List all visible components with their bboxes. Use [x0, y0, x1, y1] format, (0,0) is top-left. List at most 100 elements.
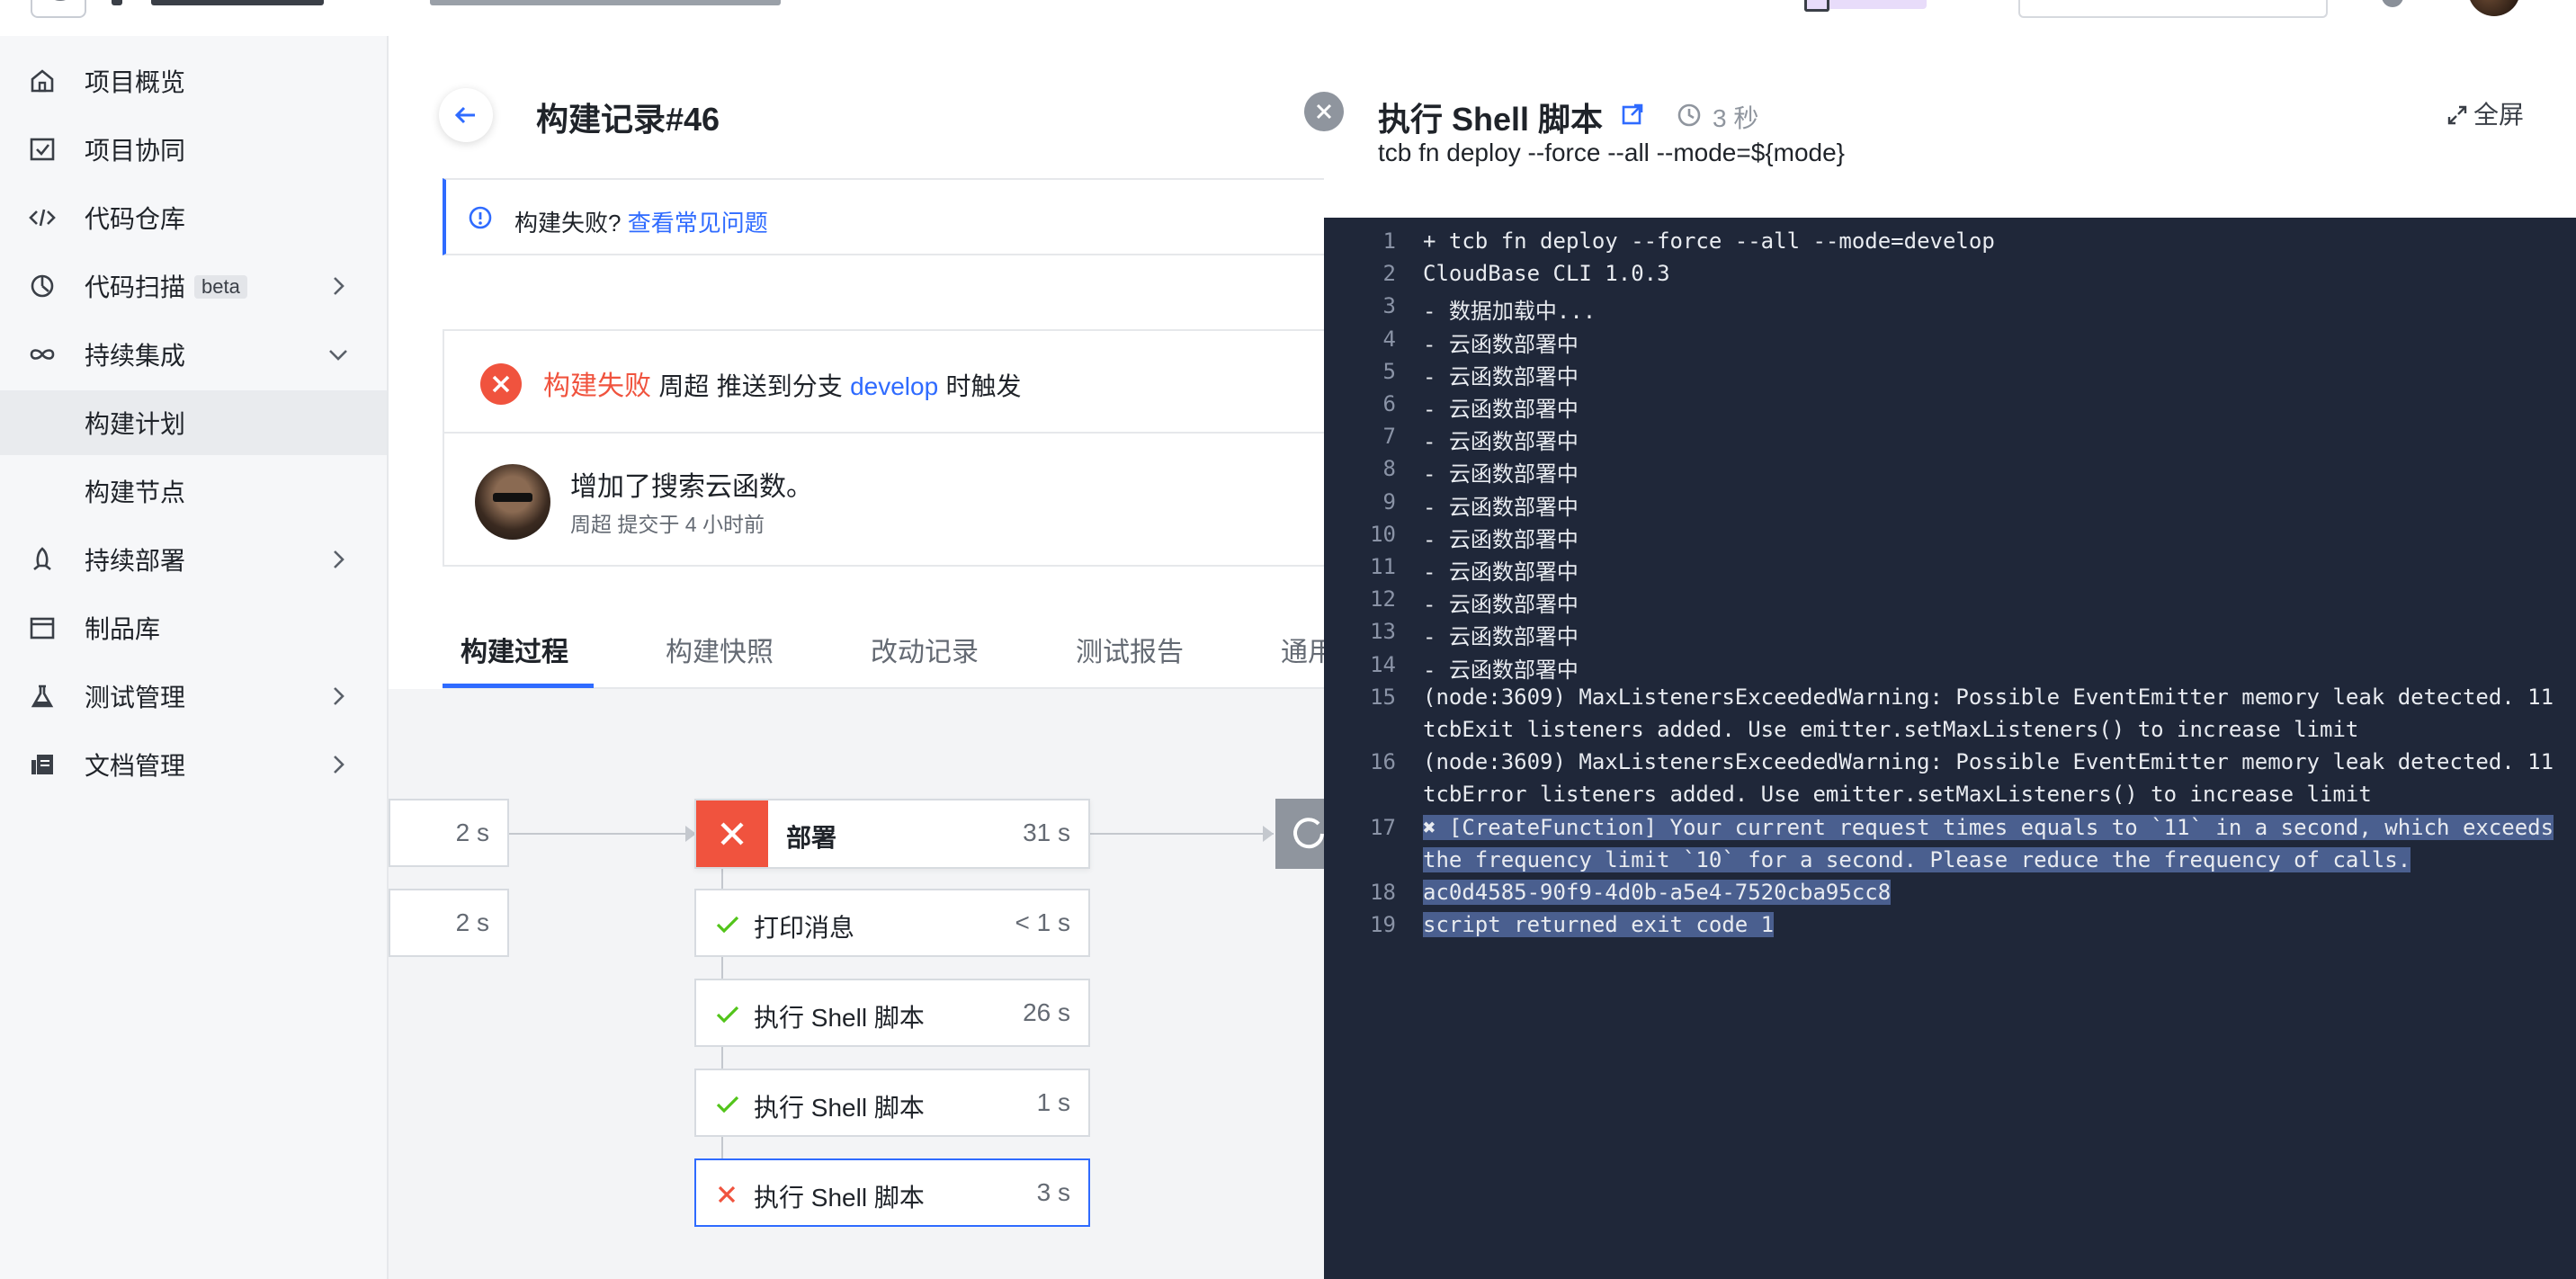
step-shell-3[interactable]: 执行 Shell 脚本 3 s	[694, 1158, 1090, 1227]
line-text: - 云函数部署中	[1423, 657, 1579, 683]
line-number: 16	[1370, 749, 1396, 775]
branch-link[interactable]: develop	[850, 372, 938, 400]
close-icon	[720, 822, 744, 845]
close-panel-button[interactable]	[1304, 92, 1344, 131]
step-print-message[interactable]: 打印消息 < 1 s	[694, 889, 1090, 957]
expand-icon	[2447, 105, 2467, 125]
failed-stage-marker	[696, 800, 768, 867]
sidebar-item-label: 项目概览	[85, 68, 186, 96]
user-avatar[interactable]	[2468, 0, 2520, 16]
sidebar-item-code-repo[interactable]: 代码仓库	[0, 185, 387, 250]
build-author: 周超	[658, 372, 710, 400]
sidebar-item-label: 代码扫描	[85, 273, 186, 301]
tab-build-snapshot[interactable]: 构建快照	[666, 630, 774, 669]
log-line-wrap: the frequency limit `10` for a second. P…	[1324, 846, 2576, 880]
log-panel-command: tcb fn deploy --force --all --mode=${mod…	[1378, 139, 1846, 166]
failed-status-icon	[480, 363, 522, 405]
sidebar-item-docs[interactable]: 文档管理	[0, 732, 387, 797]
line-text: - 云函数部署中	[1423, 331, 1579, 357]
bell-icon[interactable]	[2382, 0, 2403, 7]
check-icon	[716, 1096, 739, 1114]
sidebar-item-cd[interactable]: 持续部署	[0, 527, 387, 592]
loading-icon	[1293, 818, 1324, 849]
line-text: script returned exit code 1	[1423, 912, 1775, 938]
log-panel-title: 执行 Shell 脚本	[1378, 101, 1604, 138]
top-bar	[0, 0, 2576, 38]
step-duration: 26 s	[1023, 998, 1070, 1026]
log-line: 14 - 云函数部署中	[1324, 652, 2576, 684]
project-name-cropped[interactable]	[151, 0, 324, 5]
line-text-continued: tcbError listeners added. Use emitter.se…	[1423, 782, 2372, 808]
line-number: 4	[1382, 326, 1396, 352]
scan-icon	[31, 274, 54, 298]
gift-icon	[1804, 0, 1829, 12]
log-line: 12 - 云函数部署中	[1324, 586, 2576, 619]
arrow-left-icon	[454, 106, 475, 124]
stage-deploy[interactable]: 部署 31 s	[694, 799, 1090, 869]
sidebar-item-label: 制品库	[85, 615, 161, 643]
line-text: CloudBase CLI 1.0.3	[1423, 261, 1670, 287]
line-number: 9	[1382, 488, 1396, 514]
line-text: - 云函数部署中	[1423, 526, 1579, 552]
line-text-continued: tcbExit listeners added. Use emitter.set…	[1423, 717, 2359, 742]
back-button[interactable]	[439, 88, 493, 142]
sidebar-item-build-nodes[interactable]: 构建节点	[0, 459, 387, 523]
log-line: 16 (node:3609) MaxListenersExceededWarnin…	[1324, 749, 2576, 782]
line-number: 14	[1370, 651, 1396, 677]
line-text: + tcb fn deploy --force --all --mode=dev…	[1423, 228, 1995, 254]
sidebar-item-overview[interactable]: 项目概览	[0, 49, 387, 113]
sidebar-item-test-mgmt[interactable]: 测试管理	[0, 664, 387, 729]
step-duration: 2 s	[455, 908, 489, 936]
step-name: 执行 Shell 脚本	[754, 1004, 925, 1032]
fullscreen-button[interactable]: 全屏	[2446, 95, 2524, 131]
line-number: 18	[1370, 880, 1396, 905]
step-name: 执行 Shell 脚本	[754, 1184, 925, 1212]
step-shell-2[interactable]: 执行 Shell 脚本 1 s	[694, 1069, 1090, 1137]
sidebar-item-build-plan[interactable]: 构建计划	[0, 390, 387, 455]
log-line: 17 ✖ [CreateFunction] Your current reques…	[1324, 814, 2576, 847]
tab-build-process[interactable]: 构建过程	[461, 630, 568, 669]
sidebar: 项目概览 项目协同 代码仓库 代码扫描 beta 持续集成 构建计划 构建节点 …	[0, 36, 389, 1279]
prev-stage-step[interactable]: 2 s	[389, 889, 509, 957]
log-panel-duration: 3 秒	[1713, 104, 1759, 132]
tab-change-log[interactable]: 改动记录	[871, 630, 979, 669]
sidebar-item-collaboration[interactable]: 项目协同	[0, 117, 387, 182]
check-icon	[716, 1006, 739, 1024]
connector-line	[509, 833, 694, 835]
sidebar-item-label: 持续部署	[85, 547, 186, 575]
line-number: 7	[1382, 424, 1396, 450]
line-number: 2	[1382, 261, 1396, 287]
tab-test-report[interactable]: 测试报告	[1076, 630, 1184, 669]
breadcrumb-cropped[interactable]	[430, 0, 579, 5]
line-number: 12	[1370, 586, 1396, 613]
search-input[interactable]	[2018, 0, 2328, 18]
sidebar-item-label: 项目协同	[85, 137, 186, 165]
home-icon	[31, 69, 54, 93]
sidebar-item-label: 构建节点	[85, 479, 186, 506]
logo-icon[interactable]	[31, 0, 86, 18]
sidebar-item-label: 构建计划	[85, 410, 186, 438]
log-line: 1 + tcb fn deploy --force --all --mode=de…	[1324, 228, 2576, 261]
line-number: 13	[1370, 619, 1396, 645]
sidebar-item-artifacts[interactable]: 制品库	[0, 595, 387, 660]
log-line: 4 - 云函数部署中	[1324, 326, 2576, 359]
log-line: 6 - 云函数部署中	[1324, 391, 2576, 424]
line-text: - 云函数部署中	[1423, 559, 1579, 585]
line-number: 1	[1382, 228, 1396, 254]
chevron-down-icon	[329, 350, 347, 361]
prev-stage-step[interactable]: 2 s	[389, 799, 509, 867]
build-tabs: 构建过程 构建快照 改动记录 测试报告 通用	[443, 613, 1335, 689]
next-stage-running[interactable]	[1275, 799, 1329, 869]
chevron-right-icon	[334, 756, 344, 774]
faq-link[interactable]: 查看常见问题	[628, 210, 768, 237]
log-line: 15 (node:3609) MaxListenersExceededWarnin…	[1324, 684, 2576, 717]
sidebar-item-ci[interactable]: 持续集成	[0, 322, 387, 387]
sidebar-item-code-scan[interactable]: 代码扫描 beta	[0, 254, 387, 318]
beta-badge: beta	[194, 275, 247, 299]
step-shell-1[interactable]: 执行 Shell 脚本 26 s	[694, 979, 1090, 1047]
log-line: 7 - 云函数部署中	[1324, 424, 2576, 456]
stage-name: 部署	[786, 824, 837, 852]
sidebar-item-label: 持续集成	[85, 342, 186, 370]
breadcrumb-cropped-2[interactable]	[565, 0, 781, 5]
infinity-icon	[30, 349, 55, 360]
